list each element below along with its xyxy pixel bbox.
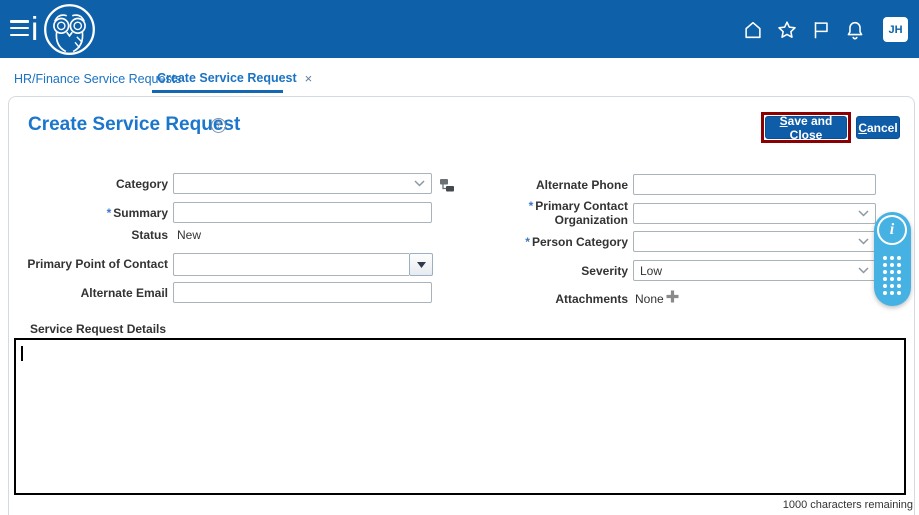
text-cursor xyxy=(21,346,23,361)
required-marker: * xyxy=(529,199,534,213)
notifications-bell-icon[interactable] xyxy=(844,19,866,41)
primary-contact-organization-label: *Primary Contact Organization xyxy=(478,199,628,227)
category-label: Category xyxy=(16,177,168,191)
required-marker: * xyxy=(107,206,112,220)
active-tab-indicator xyxy=(152,90,283,93)
primary-contact-organization-select[interactable] xyxy=(633,203,876,224)
attachments-label: Attachments xyxy=(478,292,628,306)
brand-letter: i xyxy=(31,9,38,49)
drag-handle-dots-icon[interactable] xyxy=(883,256,903,295)
service-request-details-label: Service Request Details xyxy=(30,322,166,336)
floating-assistant-widget[interactable]: i xyxy=(874,212,911,306)
flag-icon[interactable] xyxy=(810,19,832,41)
app-header: i JH xyxy=(0,0,919,58)
alternate-phone-input[interactable] xyxy=(633,174,876,195)
info-icon[interactable]: i xyxy=(877,215,907,245)
primary-point-of-contact-input[interactable] xyxy=(173,253,409,276)
primary-point-of-contact-label: Primary Point of Contact xyxy=(16,257,168,271)
alternate-phone-label: Alternate Phone xyxy=(478,178,628,192)
tab-label: Create Service Request xyxy=(157,71,297,85)
tab-create-service-request[interactable]: Create Service Request × xyxy=(157,71,312,85)
tab-bar: HR/Finance Service Requests Create Servi… xyxy=(0,58,919,96)
dropdown-triangle-icon xyxy=(417,262,426,268)
save-and-close-button[interactable]: Save and Close xyxy=(765,116,847,139)
owl-logo-icon xyxy=(42,2,97,57)
add-attachment-plus-icon[interactable] xyxy=(666,290,679,303)
status-label: Status xyxy=(16,228,168,242)
alternate-email-input[interactable] xyxy=(173,282,432,303)
required-marker: * xyxy=(525,235,530,249)
category-hierarchy-icon[interactable] xyxy=(438,176,456,194)
cancel-button[interactable]: Cancel xyxy=(856,116,900,139)
chevron-down-icon xyxy=(858,267,869,274)
chevron-down-icon xyxy=(858,210,869,217)
annotation-highlight-box: Save and Close xyxy=(761,112,851,143)
person-category-select[interactable] xyxy=(633,231,876,252)
severity-select[interactable]: Low xyxy=(633,260,876,281)
hamburger-menu-icon[interactable] xyxy=(10,20,29,37)
primary-point-of-contact-combo xyxy=(173,253,433,276)
primary-point-of-contact-dropdown-button[interactable] xyxy=(409,253,433,276)
tab-close-icon[interactable]: × xyxy=(305,72,313,85)
summary-input[interactable] xyxy=(173,202,432,223)
alternate-email-label: Alternate Email xyxy=(16,286,168,300)
person-category-label: *Person Category xyxy=(478,235,628,249)
characters-remaining-counter: 1000 characters remaining xyxy=(783,499,913,511)
attachments-value: None xyxy=(635,292,664,306)
summary-label: *Summary xyxy=(16,206,168,220)
service-request-details-input[interactable] xyxy=(14,338,906,495)
home-icon[interactable] xyxy=(742,19,764,41)
help-icon[interactable]: ? xyxy=(211,118,226,133)
status-value: New xyxy=(177,228,201,242)
favorites-star-icon[interactable] xyxy=(776,19,798,41)
chevron-down-icon xyxy=(858,238,869,245)
severity-label: Severity xyxy=(478,264,628,278)
user-avatar[interactable]: JH xyxy=(883,17,908,42)
chevron-down-icon xyxy=(414,180,425,187)
page-title: Create Service Request xyxy=(28,114,240,136)
category-select[interactable] xyxy=(173,173,432,194)
